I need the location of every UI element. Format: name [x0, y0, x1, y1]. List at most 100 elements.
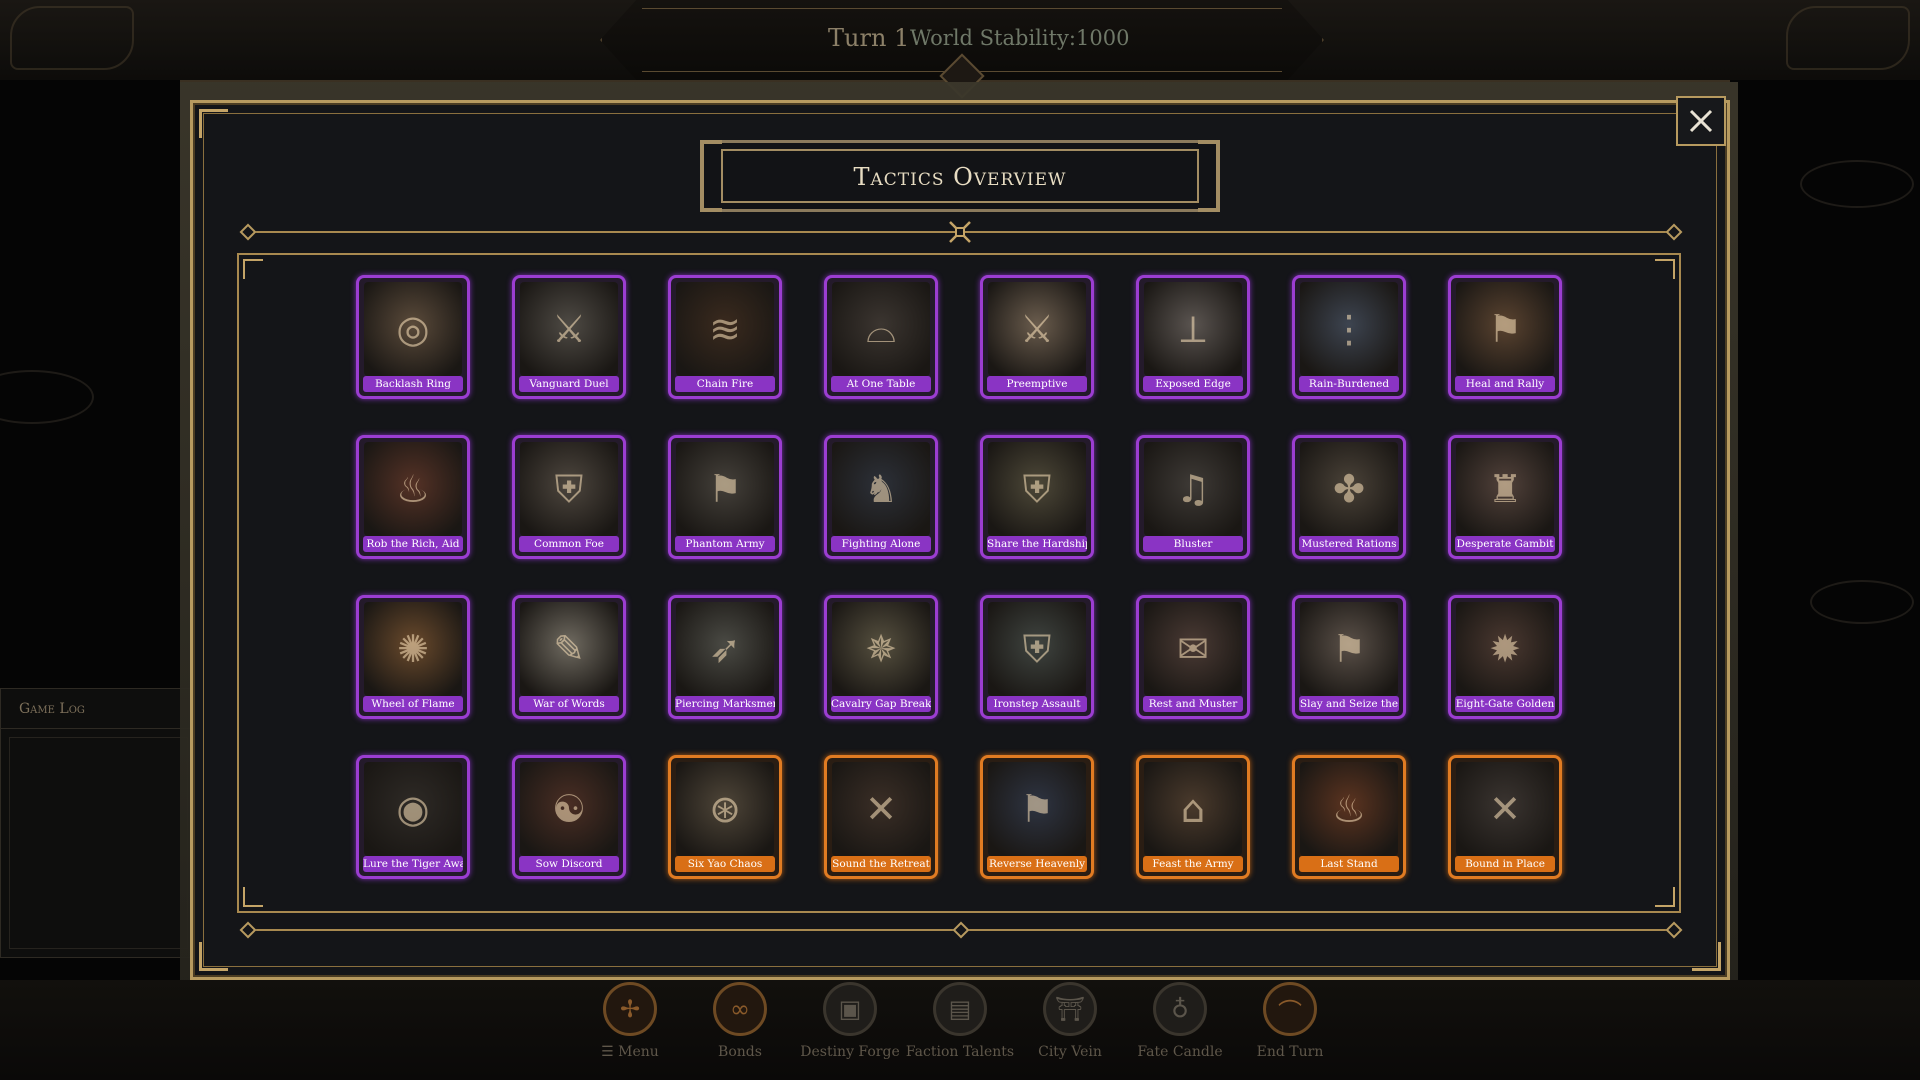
right-cloud-ornament	[1786, 6, 1910, 70]
coins-icon: ⊛	[709, 787, 741, 831]
tactic-art: ✉	[1144, 602, 1242, 696]
tactic-label: Rain-Burdened	[1299, 376, 1399, 392]
tactic-card[interactable]: ♜ Desperate Gambit	[1448, 435, 1562, 559]
tactic-card[interactable]: ⚑ Heal and Rally	[1448, 275, 1562, 399]
tactic-label: Last Stand	[1299, 856, 1399, 872]
tactic-card[interactable]: ⛨ Ironstep Assault	[980, 595, 1094, 719]
tactic-card[interactable]: ✕ Bound in Place	[1448, 755, 1562, 879]
tactic-label: Fighting Alone	[831, 536, 931, 552]
tactics-grid: ◎ Backlash Ring ⚔ Vanguard Duel ≋ Chain Fire ⌓…	[356, 275, 1566, 885]
nav-button[interactable]: ▤ Faction Talents	[905, 980, 1015, 1080]
tactic-art: ✺	[364, 602, 462, 696]
tactic-art: ⚑	[1456, 282, 1554, 376]
close-icon	[1689, 109, 1713, 133]
nav-label: Fate Candle	[1137, 1044, 1223, 1060]
tactic-card[interactable]: ⌂ Feast the Army	[1136, 755, 1250, 879]
tactic-card[interactable]: ♞ Fighting Alone	[824, 435, 938, 559]
tactic-art: ◎	[364, 282, 462, 376]
tactic-art: ⌓	[832, 282, 930, 376]
tactic-card[interactable]: ⛨ Share the Hardship	[980, 435, 1094, 559]
tactic-card[interactable]: ♨ Rob the Rich, Aid	[356, 435, 470, 559]
game-log-title: Game Log	[1, 689, 196, 729]
nav-button[interactable]: ⛩ City Vein	[1015, 980, 1125, 1080]
tactic-art: ♜	[1456, 442, 1554, 536]
tactic-card[interactable]: ✵ Cavalry Gap Breaker	[824, 595, 938, 719]
game-log-body[interactable]	[9, 737, 188, 949]
tactic-label: Heal and Rally	[1455, 376, 1555, 392]
tactic-card[interactable]: ✕ Sound the Retreat	[824, 755, 938, 879]
burning-army-icon: ♨	[1331, 787, 1367, 831]
tactic-art: ⛨	[988, 442, 1086, 536]
tactic-card[interactable]: ✹ Eight-Gate Golden	[1448, 595, 1562, 719]
tactic-card[interactable]: ⚔ Preemptive	[980, 275, 1094, 399]
storm-banner-icon: ⚑	[1019, 787, 1055, 831]
arc-icon: ⌒	[1263, 982, 1317, 1036]
tactic-label: Slay and Seize the	[1299, 696, 1399, 712]
nav-button[interactable]: ♁ Fate Candle	[1125, 980, 1235, 1080]
corner-ornament	[1692, 942, 1721, 971]
tactic-art: ⛨	[988, 602, 1086, 696]
tactic-art: ♨	[1300, 762, 1398, 856]
tactic-card[interactable]: ⛨ Common Foe	[512, 435, 626, 559]
tactic-card[interactable]: ♨ Last Stand	[1292, 755, 1406, 879]
tactic-card[interactable]: ➶ Piercing Marksmen	[668, 595, 782, 719]
tactic-label: Bluster	[1143, 536, 1243, 552]
divider-knot-icon	[949, 221, 971, 243]
nav-button[interactable]: ▣ Destiny Forge	[795, 980, 905, 1080]
whisper-icon: ☯	[551, 787, 587, 831]
tactic-card[interactable]: ✎ War of Words	[512, 595, 626, 719]
tactic-card[interactable]: ⚑ Slay and Seize the	[1292, 595, 1406, 719]
gate-icon: ⛩	[1043, 982, 1097, 1036]
tactic-card[interactable]: ◎ Backlash Ring	[356, 275, 470, 399]
nav-button[interactable]: ✢ ☰ Menu	[575, 980, 685, 1080]
tactic-art: ⋮	[1300, 282, 1398, 376]
tactic-card[interactable]: ♫ Bluster	[1136, 435, 1250, 559]
tactic-card[interactable]: ☯ Sow Discord	[512, 755, 626, 879]
strike-icon: ⚔	[1019, 307, 1055, 351]
tactic-label: Rob the Rich, Aid	[363, 536, 463, 552]
book-icon: ▤	[933, 982, 987, 1036]
tactic-label: Backlash Ring	[363, 376, 463, 392]
tactic-label: Ironstep Assault	[987, 696, 1087, 712]
close-button[interactable]	[1676, 96, 1726, 146]
nav-button[interactable]: ∞ Bonds	[685, 980, 795, 1080]
tactic-card[interactable]: ⚑ Phantom Army	[668, 435, 782, 559]
tactic-art: ✹	[1456, 602, 1554, 696]
tactic-card[interactable]: ⚔ Vanguard Duel	[512, 275, 626, 399]
turn-counter: Turn 1	[828, 24, 910, 52]
tactic-art: ⚑	[676, 442, 774, 536]
tactic-card[interactable]: ✉ Rest and Muster	[1136, 595, 1250, 719]
tactic-label: Piercing Marksmen	[675, 696, 775, 712]
flags-icon: ⚑	[707, 467, 743, 511]
tactic-art: ⚔	[988, 282, 1086, 376]
tactic-label: Cavalry Gap Breaker	[831, 696, 931, 712]
bow-icon: ➶	[709, 627, 741, 671]
tactic-card[interactable]: ⊛ Six Yao Chaos	[668, 755, 782, 879]
tactic-card[interactable]: ≋ Chain Fire	[668, 275, 782, 399]
tactic-art: ♨	[364, 442, 462, 536]
tactic-card[interactable]: ✺ Wheel of Flame	[356, 595, 470, 719]
tactic-card[interactable]: ⌓ At One Table	[824, 275, 938, 399]
tactic-card[interactable]: ◉ Lure the Tiger Away	[356, 755, 470, 879]
game-log-panel: Game Log	[0, 688, 197, 958]
nav-button[interactable]: ⌒ End Turn	[1235, 980, 1345, 1080]
tactic-art: ⚑	[988, 762, 1086, 856]
scholar-icon: ✎	[553, 627, 585, 671]
tactic-card[interactable]: ⋮ Rain-Burdened	[1292, 275, 1406, 399]
anvil-icon: ▣	[823, 982, 877, 1036]
formation-icon: ✹	[1489, 627, 1521, 671]
bells-icon: ◉	[396, 787, 430, 831]
tactic-label: Sound the Retreat	[831, 856, 931, 872]
tactic-card[interactable]: ✤ Mustered Rations	[1292, 435, 1406, 559]
cavalry-icon: ✵	[865, 627, 897, 671]
tactic-card[interactable]: ⟂ Exposed Edge	[1136, 275, 1250, 399]
scroll-icon: ✉	[1177, 627, 1209, 671]
tactic-art: ⌂	[1144, 762, 1242, 856]
crossed-swords-icon: ✕	[865, 787, 897, 831]
left-cloud-ornament	[10, 6, 134, 70]
compass-icon: ✢	[603, 982, 657, 1036]
tactic-card[interactable]: ⚑ Reverse Heavenly	[980, 755, 1094, 879]
grain-icon: ✤	[1333, 467, 1365, 511]
tactic-label: Desperate Gambit	[1455, 536, 1555, 552]
tactic-art: ⊛	[676, 762, 774, 856]
